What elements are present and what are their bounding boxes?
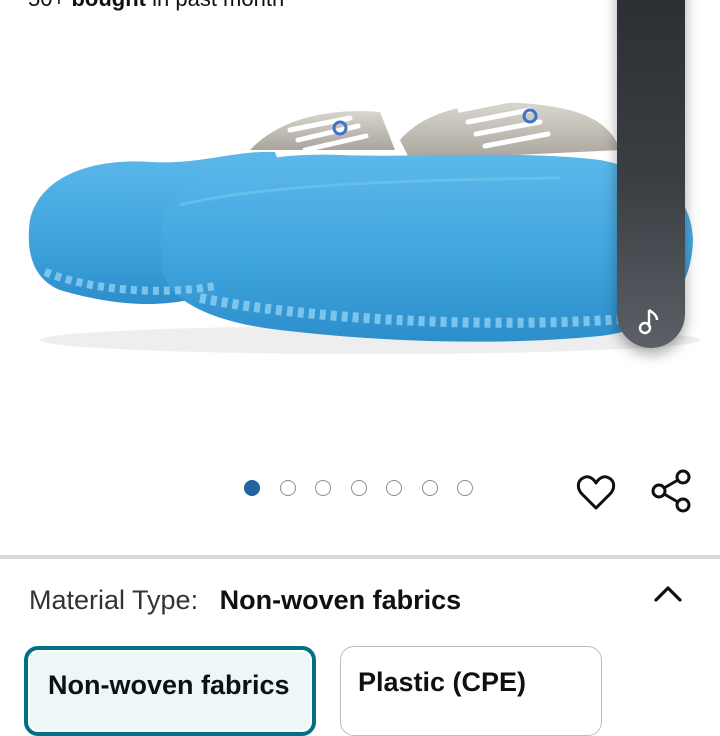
carousel-dot-1[interactable] bbox=[244, 480, 260, 496]
carousel-dot-7[interactable] bbox=[457, 480, 473, 496]
option-label: Plastic (CPE) bbox=[358, 667, 527, 697]
product-image[interactable] bbox=[0, 0, 720, 440]
carousel-dot-3[interactable] bbox=[315, 480, 331, 496]
option-label: Non-woven fabrics bbox=[48, 670, 290, 700]
carousel-dot-6[interactable] bbox=[421, 480, 438, 496]
image-carousel-indicator bbox=[244, 480, 493, 496]
heart-icon[interactable] bbox=[574, 470, 618, 514]
music-note-icon[interactable] bbox=[635, 306, 667, 338]
carousel-dot-4[interactable] bbox=[350, 480, 367, 496]
option-non-woven-fabrics[interactable]: Non-woven fabrics bbox=[24, 646, 316, 736]
side-media-panel[interactable] bbox=[617, 0, 685, 348]
chevron-up-icon[interactable] bbox=[652, 580, 684, 608]
share-icon[interactable] bbox=[650, 468, 694, 514]
carousel-dot-5[interactable] bbox=[386, 480, 402, 496]
material-type-label: Material Type: bbox=[29, 585, 199, 615]
material-type-value: Non-woven fabrics bbox=[219, 585, 462, 615]
section-divider bbox=[0, 555, 720, 559]
option-plastic-cpe[interactable]: Plastic (CPE) bbox=[340, 646, 602, 736]
carousel-dot-2[interactable] bbox=[279, 480, 296, 496]
material-type-row: Material Type: Non-woven fabrics bbox=[29, 585, 461, 616]
